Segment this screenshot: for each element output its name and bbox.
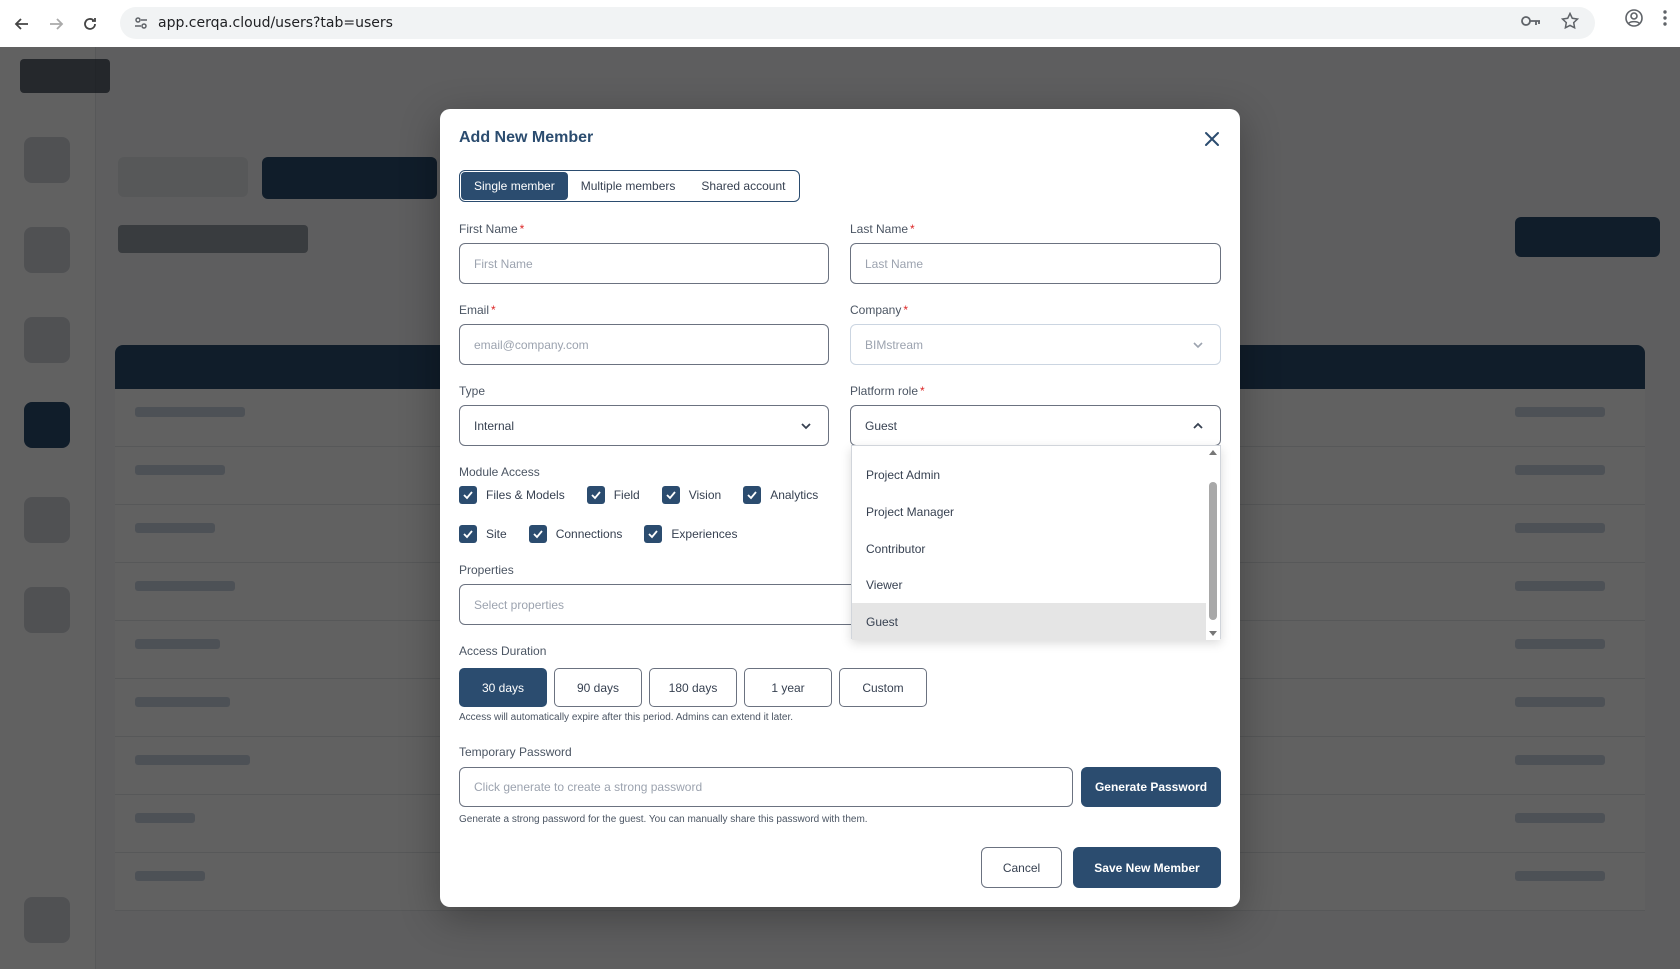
checkbox-site[interactable]: Site xyxy=(459,525,507,543)
platform-role-value: Guest xyxy=(865,418,898,433)
chevron-down-icon xyxy=(1193,342,1203,349)
checkbox-analytics[interactable]: Analytics xyxy=(743,486,818,504)
chevron-down-icon xyxy=(801,423,811,430)
checkmark-icon xyxy=(661,486,680,504)
company-label-text: Company xyxy=(850,303,902,317)
first-name-label-text: First Name xyxy=(459,222,518,236)
add-member-modal: Add New Member Single member Multiple me… xyxy=(440,109,1240,907)
password-key-icon[interactable] xyxy=(1521,14,1541,33)
required-marker: * xyxy=(920,384,925,398)
platform-role-label: Platform role * xyxy=(850,384,925,398)
checkbox-label: Experiences xyxy=(671,527,738,541)
tab-multiple-members[interactable]: Multiple members xyxy=(568,172,689,200)
role-option-contributor[interactable]: Contributor xyxy=(852,530,1208,567)
browser-menu-icon[interactable] xyxy=(1662,9,1668,32)
close-icon[interactable] xyxy=(1202,129,1222,149)
dropdown-scrollbar[interactable] xyxy=(1206,446,1220,640)
required-marker: * xyxy=(519,222,525,236)
chevron-up-icon xyxy=(1193,422,1203,429)
type-value: Internal xyxy=(474,418,515,433)
duration-custom[interactable]: Custom xyxy=(839,668,927,707)
checkmark-icon xyxy=(586,486,605,504)
checkbox-label: Site xyxy=(486,527,507,541)
profile-icon[interactable] xyxy=(1624,8,1644,33)
company-value: BIMstream xyxy=(865,337,924,352)
checkmark-icon xyxy=(528,525,547,543)
platform-role-label-text: Platform role xyxy=(850,384,919,398)
checkmark-icon xyxy=(459,486,477,504)
properties-label: Properties xyxy=(459,563,514,577)
checkbox-label: Files & Models xyxy=(486,488,565,502)
tab-shared-account[interactable]: Shared account xyxy=(688,172,798,200)
duration-180-days[interactable]: 180 days xyxy=(649,668,737,707)
role-option-viewer[interactable]: Viewer xyxy=(852,566,1208,603)
checkbox-label: Vision xyxy=(688,488,722,502)
generate-password-button[interactable]: Generate Password xyxy=(1081,767,1221,807)
module-access-label: Module Access xyxy=(459,465,540,479)
last-name-label-text: Last Name xyxy=(850,222,909,236)
scroll-down-arrow-icon[interactable] xyxy=(1209,631,1217,636)
checkbox-label: Connections xyxy=(555,527,623,541)
access-duration-label: Access Duration xyxy=(459,644,547,658)
bookmark-star-icon[interactable] xyxy=(1560,11,1580,35)
duration-1-year[interactable]: 1 year xyxy=(744,668,832,707)
checkbox-files-models[interactable]: Files & Models xyxy=(459,486,565,504)
first-name-label: First Name * xyxy=(459,222,524,236)
platform-role-dropdown: Project Admin Project Manager Contributo… xyxy=(851,445,1221,640)
email-label: Email * xyxy=(459,303,496,317)
last-name-label: Last Name * xyxy=(850,222,915,236)
checkmark-icon xyxy=(459,525,477,543)
email-label-text: Email xyxy=(459,303,490,317)
browser-toolbar: app.cerqa.cloud/users?tab=users xyxy=(0,0,1680,47)
company-label: Company * xyxy=(850,303,908,317)
email-input[interactable]: email@company.com xyxy=(459,324,829,365)
module-row-1: Files & Models Field Vision Analytics xyxy=(459,486,840,504)
temp-password-hint: Generate a strong password for the guest… xyxy=(459,814,868,825)
first-name-input[interactable]: First Name xyxy=(459,243,829,284)
temp-password-input[interactable]: Click generate to create a strong passwo… xyxy=(459,767,1073,807)
access-duration-hint: Access will automatically expire after t… xyxy=(459,712,794,723)
scrollbar-thumb[interactable] xyxy=(1209,482,1217,620)
role-option-project-admin[interactable]: Project Admin xyxy=(852,456,1208,493)
checkbox-label: Field xyxy=(613,488,640,502)
platform-role-select[interactable]: Guest xyxy=(850,405,1221,446)
duration-90-days[interactable]: 90 days xyxy=(554,668,642,707)
back-arrow-icon[interactable] xyxy=(8,10,36,38)
temp-password-label: Temporary Password xyxy=(459,745,572,759)
role-option-guest[interactable]: Guest xyxy=(852,603,1208,640)
company-select[interactable]: BIMstream xyxy=(850,324,1221,365)
checkmark-icon xyxy=(743,486,762,504)
checkmark-icon xyxy=(644,525,663,543)
reload-icon[interactable] xyxy=(76,10,104,38)
site-settings-icon[interactable] xyxy=(128,15,154,31)
required-marker: * xyxy=(910,222,915,236)
required-marker: * xyxy=(491,303,496,317)
checkbox-label: Analytics xyxy=(770,488,819,502)
modal-title: Add New Member xyxy=(459,129,594,146)
type-select[interactable]: Internal xyxy=(459,405,829,446)
module-row-2: Site Connections Experiences xyxy=(459,525,759,543)
scroll-up-arrow-icon[interactable] xyxy=(1209,450,1217,455)
role-option-project-manager[interactable]: Project Manager xyxy=(852,493,1208,530)
access-duration-options: 30 days 90 days 180 days 1 year Custom xyxy=(459,668,927,707)
checkbox-field[interactable]: Field xyxy=(586,486,640,504)
required-marker: * xyxy=(903,303,909,317)
url-text[interactable]: app.cerqa.cloud/users?tab=users xyxy=(158,15,393,31)
address-bar[interactable]: app.cerqa.cloud/users?tab=users xyxy=(120,7,1595,39)
checkbox-connections[interactable]: Connections xyxy=(528,525,623,543)
member-type-tabs: Single member Multiple members Shared ac… xyxy=(459,170,801,202)
checkbox-vision[interactable]: Vision xyxy=(661,486,722,504)
forward-arrow-icon[interactable] xyxy=(42,10,70,38)
type-label: Type xyxy=(459,384,486,398)
duration-30-days[interactable]: 30 days xyxy=(459,668,547,707)
last-name-input[interactable]: Last Name xyxy=(850,243,1221,284)
cancel-button[interactable]: Cancel xyxy=(981,847,1062,888)
save-new-member-button[interactable]: Save New Member xyxy=(1073,847,1221,888)
checkbox-experiences[interactable]: Experiences xyxy=(644,525,737,543)
tab-single-member[interactable]: Single member xyxy=(461,172,568,200)
